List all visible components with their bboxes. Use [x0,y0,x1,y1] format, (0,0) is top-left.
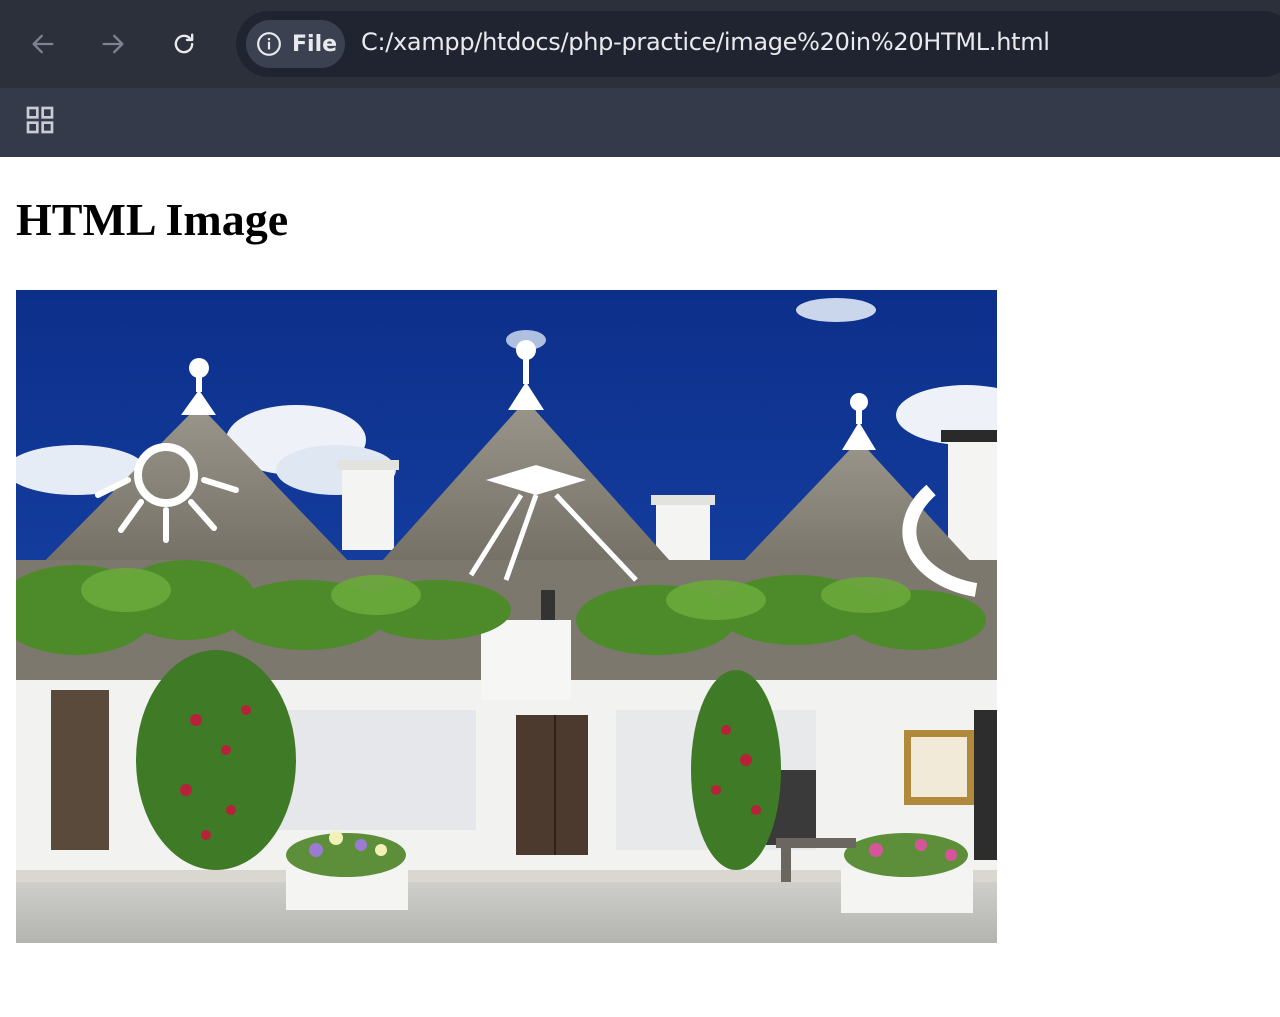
browser-toolbar: File C:/xampp/htdocs/php-practice/image%… [0,0,1280,88]
bookmarks-bar [0,88,1280,157]
info-icon [257,32,281,56]
arrow-right-icon [102,34,124,54]
apps-button[interactable] [20,100,60,140]
apps-grid-icon [26,106,54,134]
url-text[interactable]: C:/xampp/htdocs/php-practice/image%20in%… [361,28,1050,56]
forward-button[interactable] [91,22,135,66]
reload-icon [174,33,194,54]
site-chip-label: File [292,31,338,57]
site-info-chip[interactable]: File [246,20,345,68]
address-bar[interactable]: File C:/xampp/htdocs/php-practice/image%… [236,11,1280,77]
trulli-photo [16,290,997,943]
arrow-left-icon [32,34,54,54]
back-button[interactable] [21,22,65,66]
page-content: HTML Image [0,157,1280,1017]
reload-button[interactable] [162,22,206,66]
page-title: HTML Image [16,194,289,245]
